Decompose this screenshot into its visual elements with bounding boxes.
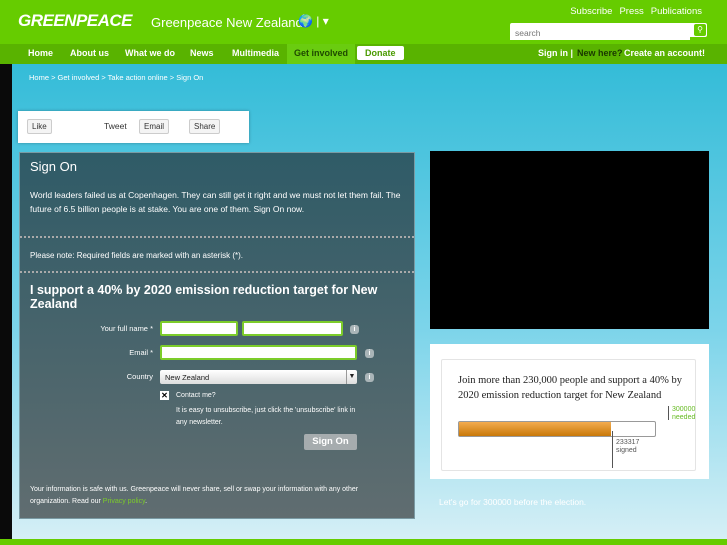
- intro-text: World leaders failed us at Copenhagen. T…: [30, 190, 401, 214]
- share-button[interactable]: Share: [189, 119, 221, 134]
- last-name-input[interactable]: [242, 321, 343, 336]
- email-label: Email *: [129, 348, 153, 357]
- contact-label: Contact me?: [176, 392, 216, 399]
- tweet-button[interactable]: Tweet: [104, 121, 127, 131]
- name-label: Your full name *: [100, 324, 153, 333]
- chevron-down-icon: ▼: [346, 370, 357, 384]
- petition-heading: I support a 40% by 2020 emission reducti…: [30, 283, 378, 311]
- nav-home[interactable]: Home: [28, 48, 53, 58]
- progress-fill: [459, 422, 612, 436]
- nav-news[interactable]: News: [190, 48, 214, 58]
- required-note: Please note: Required fields are marked …: [30, 251, 243, 260]
- sign-on-button[interactable]: Sign On: [304, 434, 357, 450]
- breadcrumb[interactable]: Home > Get involved > Take action online…: [29, 73, 203, 82]
- greenpeace-logo[interactable]: GREENPEACE: [18, 11, 133, 31]
- nav-what-we-do[interactable]: What we do: [125, 48, 175, 58]
- progress-text: Join more than 230,000 people and suppor…: [458, 375, 682, 401]
- needed-marker: [668, 406, 669, 420]
- needed-label: needed: [672, 414, 696, 421]
- email-button[interactable]: Email: [139, 119, 170, 134]
- globe-icon[interactable]: 🌍 | ▾: [298, 14, 329, 28]
- needed-count: 300000 needed: [672, 406, 695, 422]
- facebook-like-button[interactable]: Like: [27, 119, 52, 134]
- email-input[interactable]: [160, 345, 357, 360]
- divider: [20, 271, 414, 273]
- signed-marker: [612, 431, 614, 468]
- progress-bar: [458, 421, 656, 437]
- signed-value: 233317: [616, 439, 640, 446]
- new-here-label: New here?: [577, 48, 623, 58]
- panel-title: Sign On: [30, 159, 77, 174]
- unsubscribe-note: It is easy to unsubscribe, just click th…: [176, 407, 356, 426]
- nav-about-us[interactable]: About us: [70, 48, 109, 58]
- first-name-input[interactable]: [160, 321, 238, 336]
- needed-value: 300000: [672, 406, 696, 413]
- nav-multimedia[interactable]: Multimedia: [232, 48, 279, 58]
- country-value: New Zealand: [165, 373, 210, 382]
- info-icon[interactable]: i: [365, 349, 374, 358]
- election-note: Let's go for 300000 before the election.: [439, 497, 587, 507]
- signed-label: signed: [616, 447, 637, 454]
- divider: [20, 236, 414, 238]
- sign-in-link[interactable]: Sign in |: [538, 48, 573, 58]
- left-edge: [0, 64, 12, 545]
- country-select[interactable]: New Zealand ▼: [160, 370, 357, 384]
- publications-link[interactable]: Publications: [651, 6, 702, 17]
- subscribe-link[interactable]: Subscribe: [570, 6, 612, 17]
- search-box: ⚲: [510, 23, 707, 40]
- country-label: Country: [126, 372, 153, 381]
- header: GREENPEACE Greenpeace New Zealand 🌍 | ▾ …: [0, 0, 727, 44]
- contact-checkbox[interactable]: ✕: [160, 391, 169, 400]
- privacy-note: Your information is safe with us. Greenp…: [30, 484, 400, 508]
- create-account-link[interactable]: Create an account!: [624, 48, 705, 58]
- share-bar: Like Tweet Email Share: [18, 111, 249, 143]
- privacy-text: Your information is safe with us. Greenp…: [30, 486, 359, 505]
- petition-progress-box: Join more than 230,000 people and suppor…: [430, 344, 709, 479]
- search-icon[interactable]: ⚲: [694, 24, 706, 36]
- footer-bar: [0, 539, 727, 545]
- press-link[interactable]: Press: [619, 6, 643, 17]
- info-icon[interactable]: i: [365, 373, 374, 382]
- signed-count: 233317 signed: [616, 439, 639, 455]
- video-player[interactable]: [430, 151, 709, 329]
- privacy-policy-link[interactable]: Privacy policy: [103, 498, 145, 505]
- privacy-end: .: [145, 498, 148, 505]
- sign-on-panel: Sign On World leaders failed us at Copen…: [19, 152, 415, 519]
- info-icon[interactable]: i: [350, 325, 359, 334]
- site-name[interactable]: Greenpeace New Zealand: [151, 15, 303, 30]
- donate-button[interactable]: Donate: [357, 46, 404, 60]
- search-input[interactable]: [510, 26, 690, 40]
- main-nav: Home About us What we do News Multimedia…: [0, 44, 727, 64]
- nav-get-involved[interactable]: Get involved: [287, 44, 356, 64]
